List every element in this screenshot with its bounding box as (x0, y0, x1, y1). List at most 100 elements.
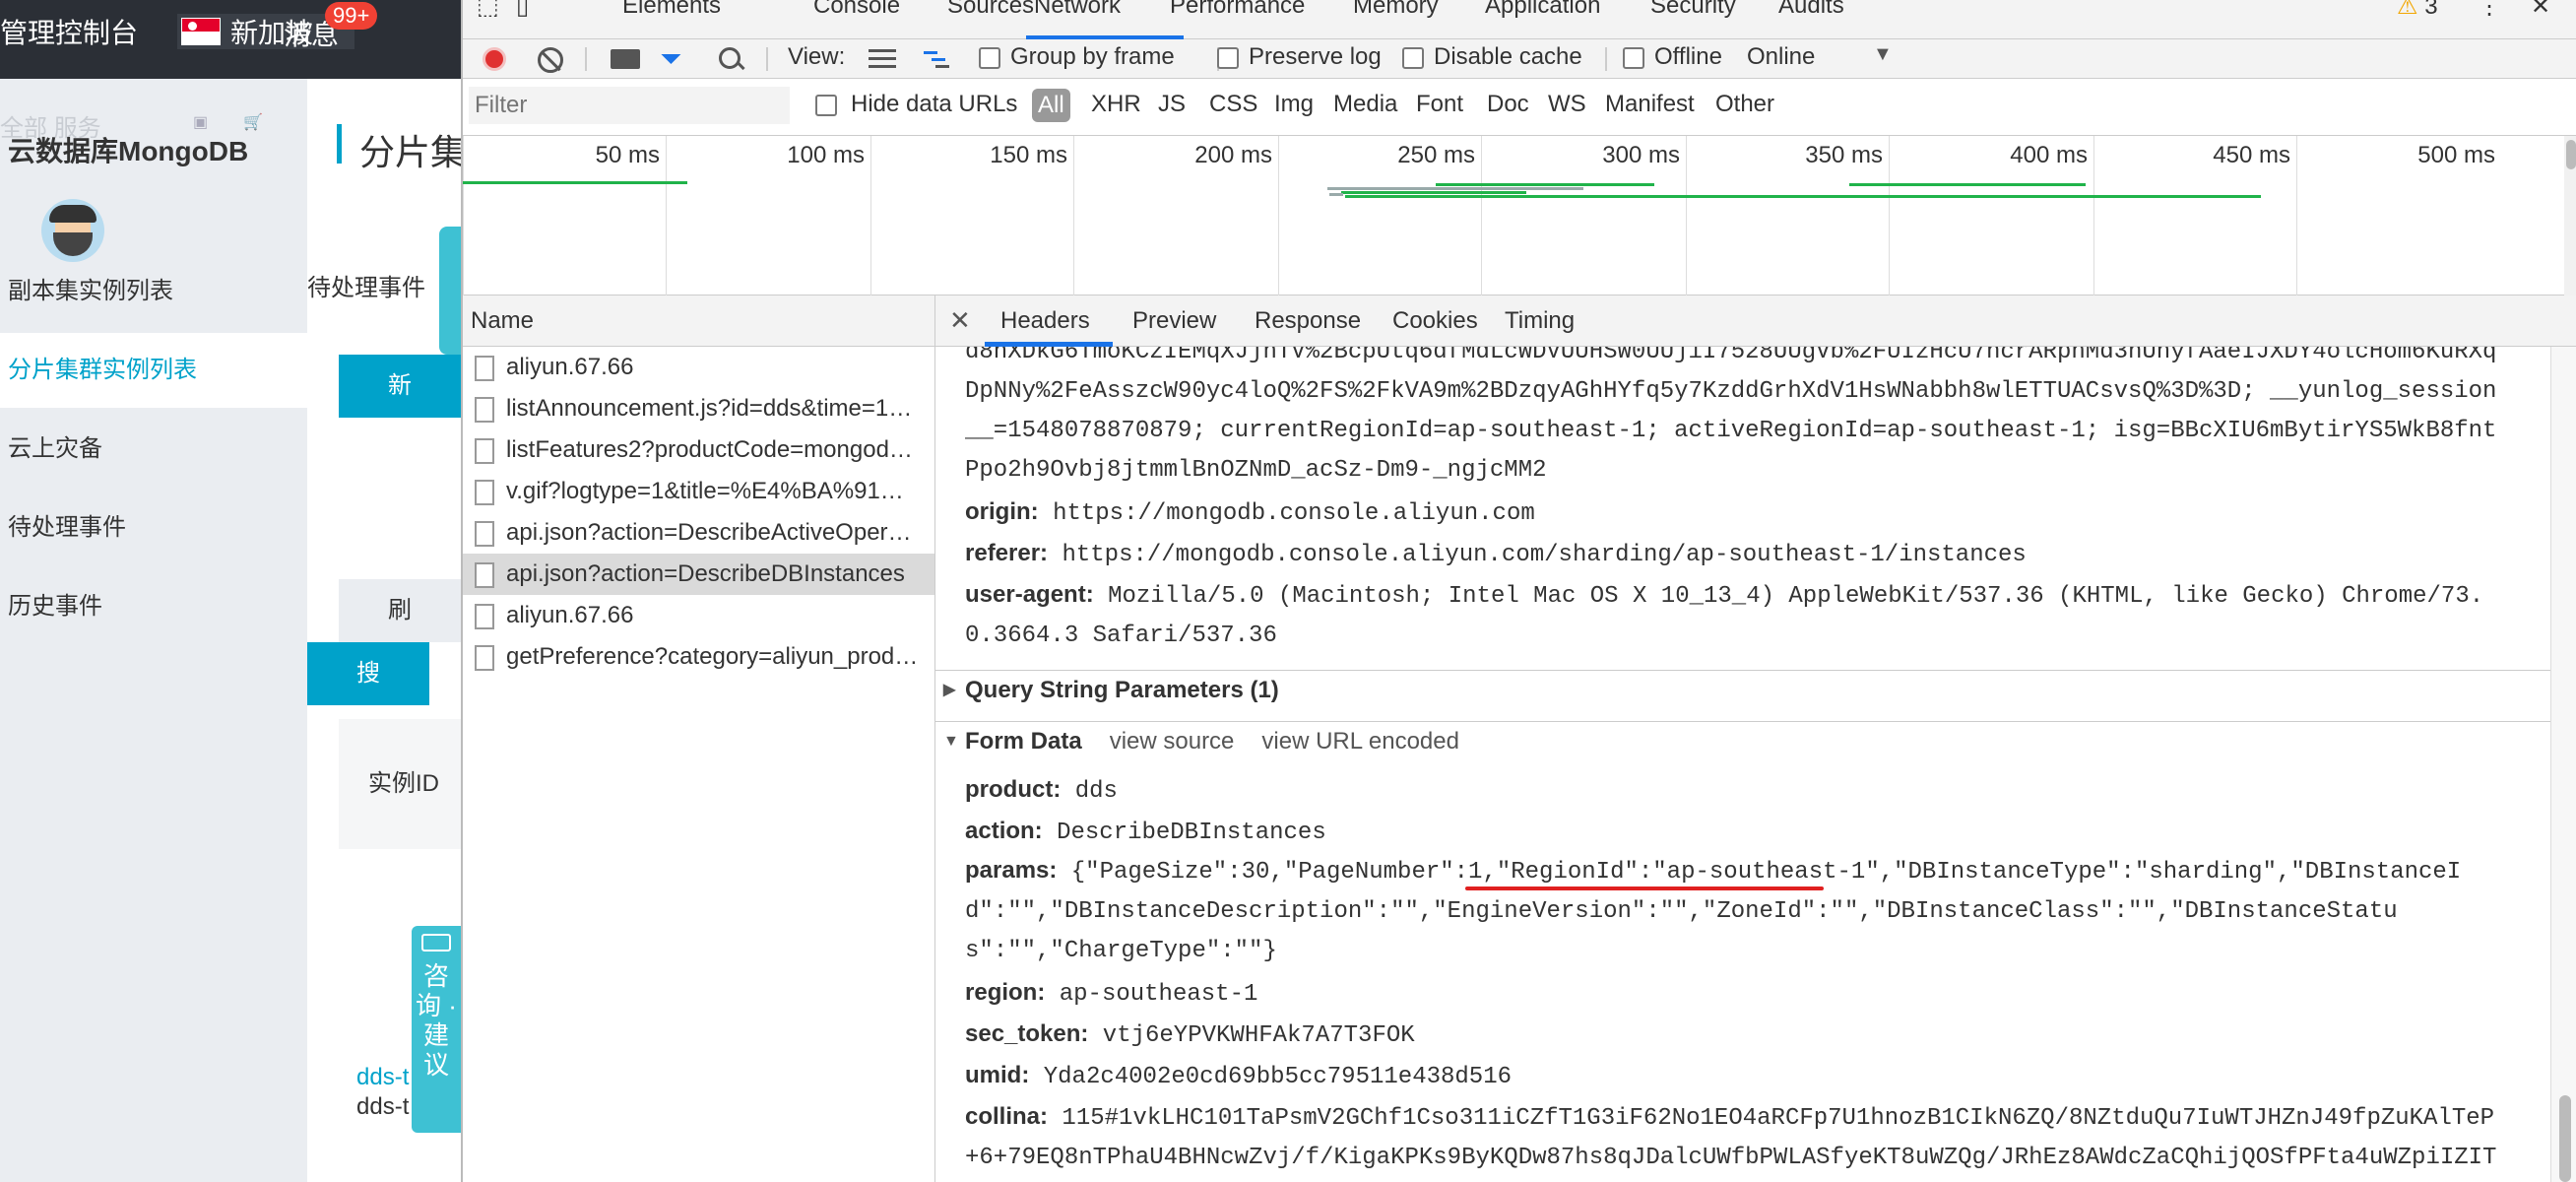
preserve-log-checkbox[interactable] (1217, 47, 1239, 69)
request-row[interactable]: aliyun.67.66 (463, 347, 934, 388)
type-filter-other[interactable]: Other (1715, 91, 1774, 118)
type-filter-font[interactable]: Font (1416, 91, 1463, 118)
hide-data-urls-checkbox[interactable] (815, 95, 837, 116)
filter-funnel-icon[interactable]: ⏷ (660, 45, 687, 73)
nav-item-disaster-recovery[interactable]: 云上灾备 (0, 412, 307, 487)
chevron-down-icon[interactable]: ▼ (1873, 43, 1893, 66)
tab-audits[interactable]: Audits (1778, 0, 1844, 20)
more-menu-icon[interactable]: ⋮ (2478, 0, 2501, 21)
request-row[interactable]: aliyun.67.66 (463, 595, 934, 636)
tab-performance[interactable]: Performance (1170, 0, 1305, 20)
nav-item-history-events[interactable]: 历史事件 (0, 569, 307, 644)
request-row[interactable]: getPreference?category=aliyun_prod… (463, 636, 934, 678)
close-detail-icon[interactable]: ✕ (949, 305, 971, 336)
form-data-section[interactable]: ▼ Form Data view source view URL encoded (935, 721, 2550, 760)
tab-application[interactable]: Application (1485, 0, 1600, 20)
type-filter-js[interactable]: JS (1158, 91, 1186, 118)
request-row[interactable]: listFeatures2?productCode=mongod… (463, 429, 934, 471)
type-filter-ws[interactable]: WS (1548, 91, 1586, 118)
header-key: referer: (965, 540, 1049, 566)
nav-item-sharded-clusters[interactable]: 分片集群实例列表 (0, 333, 307, 408)
nav-item-pending-events[interactable]: 待处理事件 (0, 491, 307, 565)
filter-bar: Hide data URLs All XHR JS CSS Img Media … (463, 79, 2576, 136)
tab-headers[interactable]: Headers (1000, 307, 1090, 335)
timeline-tick: 350 ms (1686, 136, 1889, 296)
list-view-icon[interactable] (869, 49, 896, 69)
nav-item-replica-sets[interactable]: 副本集实例列表 (0, 254, 307, 329)
timeline-scrollbar[interactable] (2564, 136, 2576, 296)
pending-events-tab[interactable]: 待处理事件 (307, 268, 425, 302)
request-row[interactable]: listAnnouncement.js?id=dds&time=1… (463, 388, 934, 429)
search-icon[interactable] (717, 45, 746, 75)
group-by-frame-checkbox[interactable] (979, 47, 1000, 69)
screenshot-camera-icon[interactable] (611, 49, 640, 69)
scrollbar-thumb[interactable] (2566, 140, 2576, 169)
document-icon (475, 645, 494, 671)
offline-checkbox[interactable] (1623, 47, 1644, 69)
scrollbar-thumb[interactable] (2559, 1095, 2571, 1182)
tab-elements[interactable]: Elements (622, 0, 721, 20)
type-filter-img[interactable]: Img (1274, 91, 1314, 118)
view-source-link[interactable]: view source (1110, 728, 1235, 755)
request-name: listAnnouncement.js?id=dds&time=1… (506, 395, 913, 422)
clear-icon[interactable] (538, 47, 563, 73)
form-value: ap-southeast-1 (1059, 981, 1258, 1008)
type-filter-css[interactable]: CSS (1209, 91, 1257, 118)
instance-link[interactable]: dds-t (356, 1064, 409, 1091)
form-value: Yda2c4002e0cd69bb5cc79511e438d516 (1043, 1064, 1513, 1090)
section-title: Form Data (965, 728, 1082, 755)
type-filter-manifest[interactable]: Manifest (1605, 91, 1695, 118)
collapse-handle[interactable] (439, 227, 461, 355)
tab-response[interactable]: Response (1255, 307, 1361, 335)
type-filter-media[interactable]: Media (1333, 91, 1397, 118)
record-icon[interactable] (483, 47, 506, 71)
type-filter-all[interactable]: All (1032, 89, 1070, 122)
filter-input[interactable] (469, 87, 790, 124)
tab-preview[interactable]: Preview (1132, 307, 1216, 335)
form-params: params: {"PageSize":30,"PageNumber":1,"R… (965, 851, 2501, 971)
network-overview-timeline[interactable]: 50 ms 100 ms 150 ms 200 ms 250 ms 300 ms… (463, 136, 2576, 296)
request-row-selected[interactable]: api.json?action=DescribeDBInstances (463, 554, 934, 595)
timeline-tick: 300 ms (1481, 136, 1686, 296)
form-key: collina: (965, 1103, 1049, 1130)
device-toolbar-icon[interactable]: ▯ (516, 0, 529, 21)
feedback-button[interactable]: 咨 询 · 建 议 (412, 926, 461, 1133)
type-filter-xhr[interactable]: XHR (1091, 91, 1141, 118)
document-icon (475, 356, 494, 381)
preserve-log-label: Preserve log (1249, 43, 1382, 70)
close-devtools-icon[interactable]: ✕ (2531, 0, 2550, 21)
form-value: vtj6eYPVKWHFAk7A7T3FOK (1102, 1022, 1415, 1049)
form-umid: umid: Yda2c4002e0cd69bb5cc79511e438d516 (965, 1056, 2501, 1097)
tab-security[interactable]: Security (1650, 0, 1736, 20)
tab-memory[interactable]: Memory (1353, 0, 1439, 20)
tab-console[interactable]: Console (813, 0, 900, 20)
console-title[interactable]: 管理控制台 (0, 12, 138, 51)
query-string-section[interactable]: ▶ Query String Parameters (1) (935, 670, 2550, 709)
name-column-header[interactable]: Name (463, 296, 935, 347)
tab-timing[interactable]: Timing (1505, 307, 1575, 335)
avatar[interactable] (41, 199, 104, 262)
tab-sources[interactable]: Sources (947, 0, 1034, 20)
refresh-button[interactable]: 刷 (339, 579, 461, 642)
search-button[interactable]: 搜 (307, 642, 429, 705)
console-sidebar: 全部 服务 ▣ 🛒 云数据库MongoDB 副本集实例列表 分片集群实例列表 云… (0, 79, 307, 1182)
form-key: params: (965, 857, 1058, 884)
view-url-encoded-link[interactable]: view URL encoded (1261, 728, 1459, 755)
form-collina: collina: 115#1vkLHC101TaPsmV2GChf1Cso311… (965, 1097, 2501, 1182)
detail-scrollbar[interactable] (2550, 347, 2576, 1182)
type-filter-doc[interactable]: Doc (1487, 91, 1529, 118)
create-instance-button[interactable]: 新 (339, 355, 461, 418)
request-row[interactable]: v.gif?logtype=1&title=%E4%BA%91… (463, 471, 934, 512)
request-row[interactable]: api.json?action=DescribeActiveOper… (463, 512, 934, 554)
inspect-icon[interactable]: ⬚ (477, 0, 499, 21)
warning-counter[interactable]: ⚠ 3 (2397, 0, 2438, 21)
disable-cache-checkbox[interactable] (1402, 47, 1424, 69)
throttling-select[interactable]: Online (1747, 43, 1815, 71)
tab-network[interactable]: Network (1034, 0, 1121, 20)
network-toolbar: ⏷ View: Group by frame Preserve log Disa… (463, 39, 2576, 79)
toolbar-divider (766, 47, 768, 71)
waterfall-view-icon[interactable] (922, 49, 949, 69)
tab-cookies[interactable]: Cookies (1392, 307, 1478, 335)
page-title: 分片集 (337, 124, 461, 172)
tick-label: 200 ms (1194, 142, 1272, 168)
